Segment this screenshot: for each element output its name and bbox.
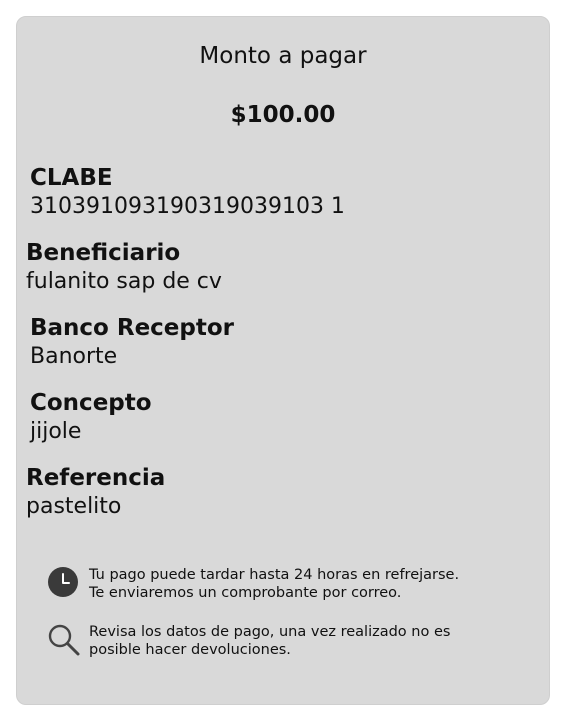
beneficiary-label: Beneficiario (26, 240, 181, 266)
receiving-bank-value: Banorte (30, 344, 118, 369)
clabe-field: CLABE 310391093190319039103 1 (30, 164, 345, 221)
reference-label: Referencia (26, 465, 166, 491)
payment-card: Monto a pagar $100.00 CLABE 310391093190… (16, 16, 550, 705)
payment-title: Monto a pagar (199, 43, 367, 69)
processing-time-line-1: Tu pago puede tardar hasta 24 horas en r… (89, 567, 460, 583)
review-details-text: Revisa los datos de pago, una vez realiz… (89, 623, 450, 659)
reference-value: pastelito (26, 494, 122, 519)
clock-icon (47, 566, 79, 598)
concept-value: jijole (30, 419, 82, 444)
processing-time-text: Tu pago puede tardar hasta 24 horas en r… (89, 566, 459, 602)
processing-time-notice: Tu pago puede tardar hasta 24 horas en r… (47, 566, 459, 602)
concept-field: Concepto jijole (30, 389, 152, 446)
search-icon (47, 623, 80, 656)
payment-amount: $100.00 (230, 102, 336, 128)
reference-field: Referencia pastelito (26, 464, 165, 521)
beneficiary-value: fulanito sap de cv (26, 269, 222, 294)
concept-label: Concepto (30, 390, 152, 416)
review-details-notice: Revisa los datos de pago, una vez realiz… (47, 623, 450, 659)
processing-time-line-2: Te enviaremos un comprobante por correo. (89, 585, 402, 601)
beneficiary-field: Beneficiario fulanito sap de cv (26, 239, 222, 296)
clabe-label: CLABE (30, 165, 113, 191)
review-details-line-1: Revisa los datos de pago, una vez realiz… (89, 624, 451, 640)
review-details-line-2: posible hacer devoluciones. (89, 642, 291, 658)
receiving-bank-label: Banco Receptor (30, 315, 235, 341)
clabe-value: 310391093190319039103 1 (30, 194, 345, 219)
receiving-bank-field: Banco Receptor Banorte (30, 314, 234, 371)
